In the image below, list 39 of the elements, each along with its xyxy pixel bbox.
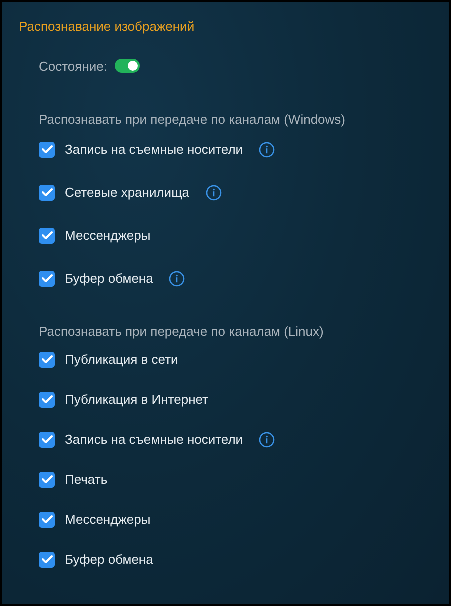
- checkbox[interactable]: [39, 432, 55, 448]
- check-icon: [42, 475, 52, 484]
- group-heading: Распознавать при передаче по каналам (Linux): [39, 324, 324, 339]
- checkbox-label: Запись на съемные носители: [65, 142, 244, 157]
- checkbox-label: Мессенджеры: [65, 228, 151, 243]
- check-icon: [42, 188, 52, 197]
- checkbox-label: Сетевые хранилища: [65, 185, 190, 200]
- checkbox-label: Запись на съемные носители: [65, 432, 244, 447]
- checkbox[interactable]: [39, 352, 55, 368]
- info-icon[interactable]: [259, 432, 276, 448]
- check-icon: [42, 555, 52, 564]
- checkbox-label: Публикация в Интернет: [65, 392, 209, 407]
- check-icon: [42, 435, 52, 444]
- checkbox[interactable]: [39, 512, 55, 528]
- checkbox[interactable]: [39, 270, 55, 286]
- toggle-label: Состояние:: [39, 58, 108, 74]
- check-icon: [42, 355, 52, 364]
- checkbox-label: Публикация в сети: [65, 352, 178, 367]
- toggle-switch[interactable]: [115, 59, 140, 73]
- check-icon: [42, 515, 52, 524]
- check-icon: [42, 145, 52, 154]
- check-icon: [42, 395, 52, 404]
- checkbox-label: Буфер обмена: [65, 552, 154, 567]
- section-title: Распознавание изображений: [19, 19, 195, 34]
- info-icon[interactable]: [206, 184, 222, 200]
- checkbox[interactable]: [39, 552, 55, 568]
- checkbox[interactable]: [39, 184, 55, 200]
- checkbox[interactable]: [39, 142, 55, 158]
- checkbox[interactable]: [39, 472, 55, 488]
- check-icon: [42, 231, 52, 240]
- group-heading: Распознавать при передаче по каналам (Windows): [39, 112, 346, 127]
- checkbox[interactable]: [39, 392, 55, 408]
- info-icon[interactable]: [169, 270, 186, 286]
- info-icon[interactable]: [259, 142, 276, 158]
- checkbox[interactable]: [39, 228, 55, 244]
- checkbox-label: Буфер обмена: [65, 271, 154, 286]
- check-icon: [42, 274, 52, 283]
- checkbox-label: Мессенджеры: [65, 512, 151, 527]
- checkbox-label: Печать: [65, 472, 108, 487]
